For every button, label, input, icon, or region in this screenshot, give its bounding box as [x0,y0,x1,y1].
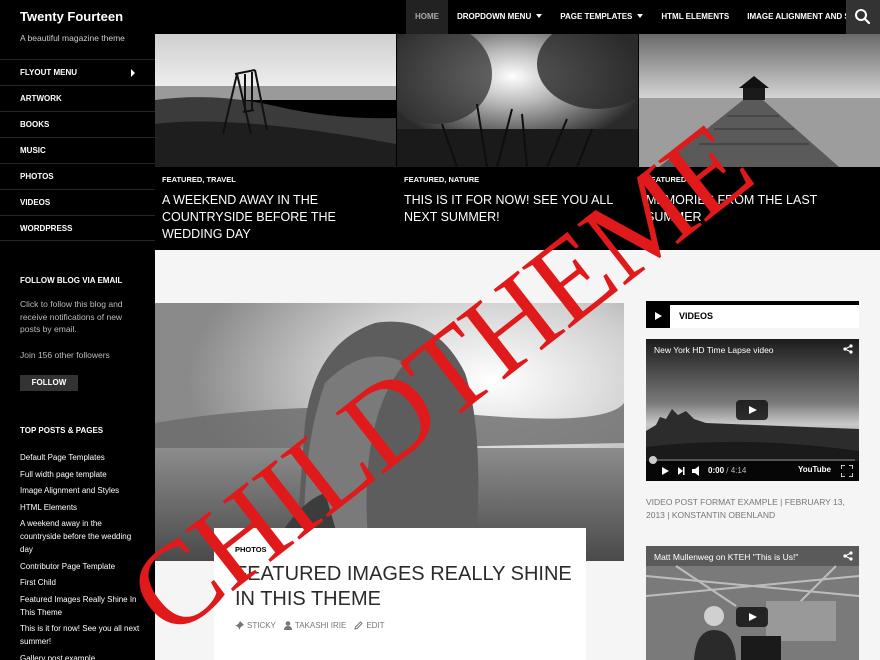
play-icon[interactable] [662,467,669,475]
nav-item-dropdown-menu[interactable]: DROPDOWN MENU [448,0,551,34]
featured-post[interactable]: FEATURED, NATURE THIS IS IT FOR NOW! SEE… [397,34,638,250]
featured-category[interactable]: FEATURED [646,175,686,184]
sidebar-item-photos[interactable]: PHOTOS [0,163,155,189]
author-meta[interactable]: TAKASHI IRIE [283,621,346,630]
share-icon[interactable] [843,344,853,354]
featured-title[interactable]: MEMORIES FROM THE LAST SUMMER [646,192,874,226]
video-embed[interactable]: New York HD Time Lapse video 0:00 / 4:14… [646,339,859,481]
follow-widget-text: Click to follow this blog and receive no… [20,299,123,334]
video-embed[interactable]: Matt Mullenweg on KTEH "This is Us!" [646,546,859,660]
featured-image[interactable] [639,34,880,167]
top-posts-list: Default Page Templates Full width page t… [20,451,140,660]
chevron-down-icon [536,14,543,18]
followers-count: Join 156 other followers [20,350,110,360]
top-post-link[interactable]: Full width page template [20,468,140,481]
sidebar: Twenty Fourteen A beautiful magazine the… [0,0,155,660]
top-posts-title: TOP POSTS & PAGES [20,426,104,435]
site-description: A beautiful magazine theme [20,33,125,43]
video-play-button[interactable] [736,400,768,420]
video-title[interactable]: New York HD Time Lapse video [654,345,774,355]
video-play-button[interactable] [736,607,768,627]
sidebar-item-artwork[interactable]: ARTWORK [0,85,155,111]
top-post-link[interactable]: Default Page Templates [20,451,140,464]
post-header-card: PHOTOS FEATURED IMAGES REALLY SHINE IN T… [214,528,586,660]
sidebar-item-wordpress[interactable]: WORDPRESS [0,215,155,241]
follow-widget-title: FOLLOW BLOG VIA EMAIL [20,276,123,285]
nav-item-page-templates[interactable]: PAGE TEMPLATES [551,0,652,34]
nav-item-home[interactable]: HOME [406,0,448,34]
featured-image[interactable] [397,34,638,167]
primary-nav: HOME DROPDOWN MENU PAGE TEMPLATES HTML E… [406,0,880,34]
search-icon [855,9,871,25]
chevron-right-icon [131,69,135,77]
sidebar-item-flyout-menu[interactable]: FLYOUT MENU [0,59,155,85]
top-post-link[interactable]: A weekend away in the countryside before… [20,517,140,556]
featured-post[interactable]: FEATURED, TRAVEL A WEEKEND AWAY IN THE C… [155,34,396,250]
top-post-link[interactable]: HTML Elements [20,501,140,514]
fullscreen-icon[interactable] [841,465,853,477]
top-post-link[interactable]: Featured Images Really Shine In This The… [20,593,140,619]
sidebar-item-music[interactable]: MUSIC [0,137,155,163]
video-scrubber[interactable] [649,456,657,464]
featured-post[interactable]: FEATURED MEMORIES FROM THE LAST SUMMER [639,34,880,250]
video-time: 0:00 / 4:14 [708,466,747,475]
site-title[interactable]: Twenty Fourteen [20,9,123,24]
sidebar-item-books[interactable]: BOOKS [0,111,155,137]
next-icon[interactable] [678,467,685,475]
pin-icon [235,621,244,630]
header-bar: HOME DROPDOWN MENU PAGE TEMPLATES HTML E… [155,0,880,34]
nav-item-html-elements[interactable]: HTML ELEMENTS [652,0,738,34]
post-title[interactable]: FEATURED IMAGES REALLY SHINE IN THIS THE… [235,562,575,612]
post-featured-image[interactable] [155,303,624,561]
youtube-logo[interactable]: YouTube [798,465,831,474]
videos-widget-header: VIDEOS [646,301,859,328]
featured-image[interactable] [155,34,396,167]
top-post-link[interactable]: Contributor Page Template [20,560,140,573]
top-post-link[interactable]: First Child [20,576,140,589]
video-title[interactable]: Matt Mullenweg on KTEH "This is Us!" [654,552,798,562]
featured-content: FEATURED, TRAVEL A WEEKEND AWAY IN THE C… [155,34,880,250]
post-category[interactable]: PHOTOS [235,545,267,554]
edit-link[interactable]: EDIT [354,621,385,630]
top-post-link[interactable]: This is it for now! See you all next sum… [20,622,140,648]
sidebar-item-videos[interactable]: VIDEOS [0,189,155,215]
featured-title[interactable]: A WEEKEND AWAY IN THE COUNTRYSIDE BEFORE… [162,192,390,243]
featured-title[interactable]: THIS IS IT FOR NOW! SEE YOU ALL NEXT SUM… [404,192,632,226]
share-icon[interactable] [843,551,853,561]
follow-button[interactable]: FOLLOW [20,375,78,391]
video-post-meta[interactable]: VIDEO POST FORMAT EXAMPLE | FEBRUARY 13,… [646,496,861,522]
search-button[interactable] [846,0,880,34]
top-post-link[interactable]: Image Alignment and Styles [20,484,140,497]
sidebar-menu: FLYOUT MENU ARTWORK BOOKS MUSIC PHOTOS V… [0,59,155,241]
sticky-meta[interactable]: STICKY [235,621,276,630]
video-format-icon [646,305,670,328]
top-post-link[interactable]: Gallery post example [20,652,140,660]
videos-widget-title[interactable]: VIDEOS [679,311,713,321]
chevron-down-icon [637,14,644,18]
video-controls: 0:00 / 4:14 YouTube [646,461,859,481]
pencil-icon [354,621,364,630]
volume-icon[interactable] [692,466,699,476]
post-meta: STICKY TAKASHI IRIE EDIT [235,621,385,630]
featured-category[interactable]: FEATURED, TRAVEL [162,175,236,184]
featured-category[interactable]: FEATURED, NATURE [404,175,479,184]
video-progress[interactable] [650,459,855,461]
user-icon [283,621,292,630]
